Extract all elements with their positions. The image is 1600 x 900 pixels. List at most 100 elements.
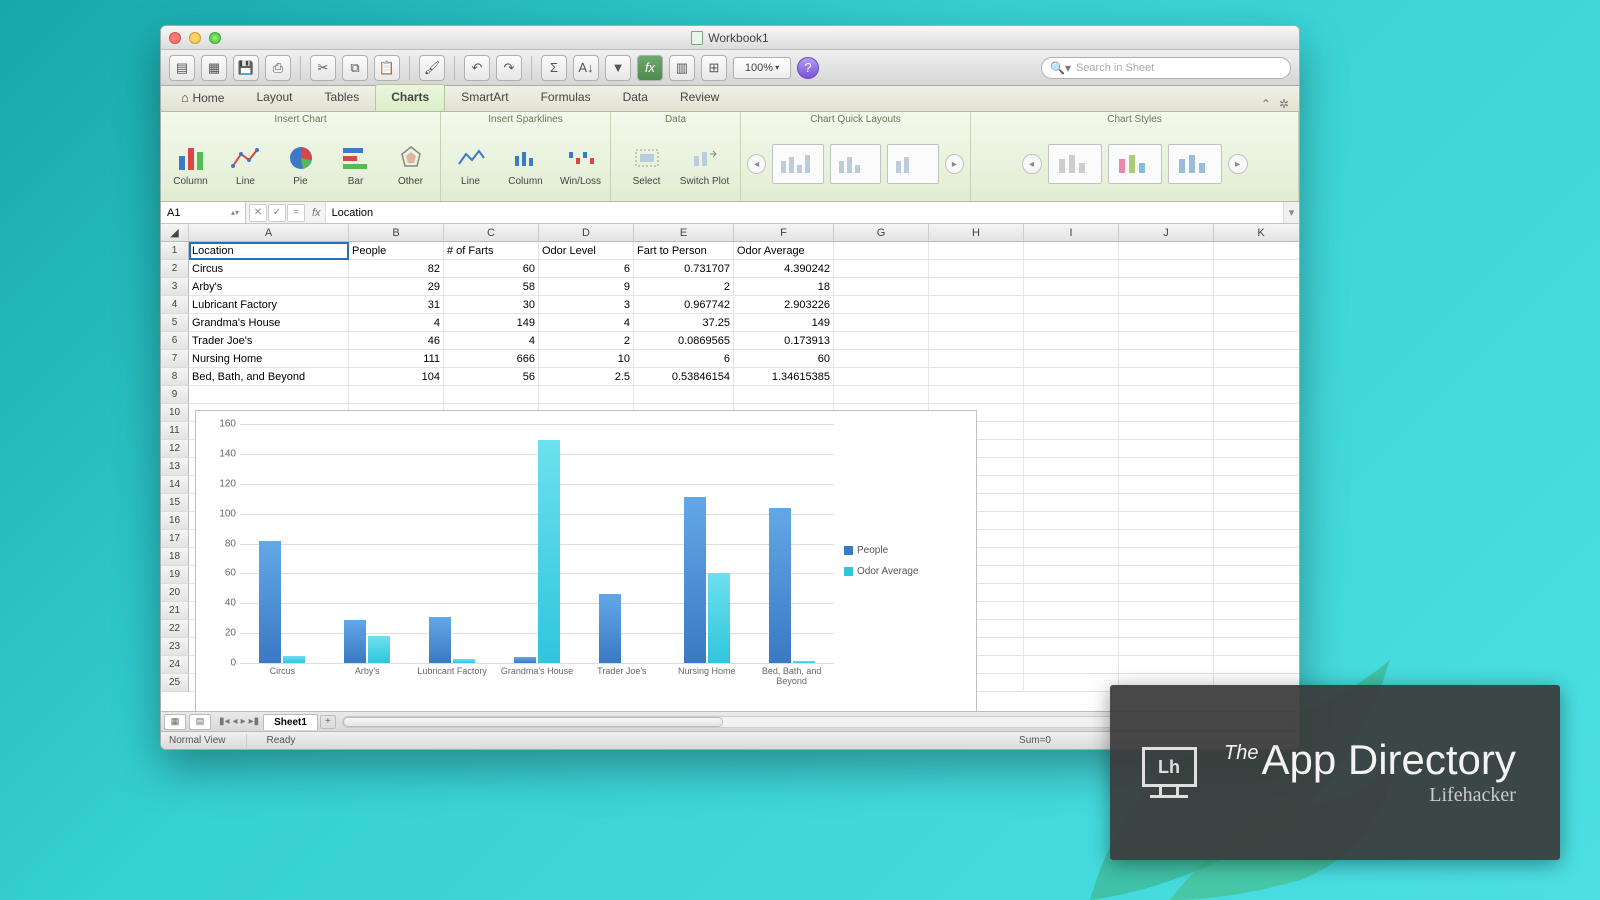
cell[interactable] [1119, 620, 1214, 638]
cell[interactable]: 9 [539, 278, 634, 296]
cell[interactable] [1024, 566, 1119, 584]
name-box[interactable]: A1▴▾ [161, 202, 246, 223]
row-header[interactable]: 3 [161, 278, 189, 296]
chart-bar[interactable] [429, 617, 451, 663]
column-header[interactable]: K [1214, 224, 1299, 242]
cell[interactable] [834, 368, 929, 386]
cell[interactable]: Fart to Person [634, 242, 734, 260]
quick-layout-prev-button[interactable]: ◂ [747, 154, 766, 174]
chart-style-thumb[interactable] [1108, 144, 1162, 184]
column-header[interactable]: H [929, 224, 1024, 242]
toolbox-button[interactable]: ⊞ [701, 55, 727, 81]
cell[interactable]: 30 [444, 296, 539, 314]
chart-style-thumb[interactable] [1048, 144, 1102, 184]
row-header[interactable]: 19 [161, 566, 189, 584]
line-button[interactable]: Line [447, 142, 494, 187]
accept-formula-button[interactable]: ✓ [268, 204, 286, 222]
ribbon-tab-home[interactable]: Home [165, 84, 240, 111]
cell[interactable] [929, 260, 1024, 278]
cell[interactable] [1214, 494, 1299, 512]
cell[interactable] [1214, 404, 1299, 422]
window-titlebar[interactable]: Workbook1 [161, 26, 1299, 50]
column-header[interactable]: I [1024, 224, 1119, 242]
cell[interactable] [1024, 494, 1119, 512]
cell[interactable] [1024, 674, 1119, 692]
cell[interactable]: 0.731707 [634, 260, 734, 278]
cell[interactable]: 3 [539, 296, 634, 314]
autosum-button[interactable]: Σ [541, 55, 567, 81]
cell[interactable]: Lubricant Factory [189, 296, 349, 314]
cell[interactable] [1024, 476, 1119, 494]
chart-bar[interactable] [599, 594, 621, 663]
cell[interactable] [834, 332, 929, 350]
ribbon-tab-data[interactable]: Data [607, 84, 664, 111]
row-header[interactable]: 10 [161, 404, 189, 422]
cell[interactable] [1024, 440, 1119, 458]
cell[interactable]: 149 [734, 314, 834, 332]
cell[interactable]: 4.390242 [734, 260, 834, 278]
cell[interactable]: 6 [539, 260, 634, 278]
filter-button[interactable]: ▼ [605, 55, 631, 81]
ribbon-tab-charts[interactable]: Charts [375, 84, 445, 111]
cell[interactable] [1214, 242, 1299, 260]
redo-button[interactable]: ↷ [496, 55, 522, 81]
cell[interactable] [834, 278, 929, 296]
cell[interactable] [834, 260, 929, 278]
cell[interactable]: 2 [539, 332, 634, 350]
format-painter-button[interactable]: 🖌 [419, 55, 445, 81]
add-sheet-button[interactable]: + [320, 715, 336, 729]
cell[interactable] [1119, 404, 1214, 422]
cell[interactable] [1214, 368, 1299, 386]
column-header[interactable]: F [734, 224, 834, 242]
cell[interactable] [1024, 548, 1119, 566]
cell[interactable] [1024, 386, 1119, 404]
cell[interactable] [1214, 440, 1299, 458]
column-header[interactable]: G [834, 224, 929, 242]
cell[interactable]: Circus [189, 260, 349, 278]
cell[interactable] [1119, 260, 1214, 278]
ribbon-tab-review[interactable]: Review [664, 84, 735, 111]
cell[interactable] [1119, 494, 1214, 512]
quick-layout-thumb[interactable] [887, 144, 939, 184]
cell[interactable] [1024, 638, 1119, 656]
cell[interactable]: 2.5 [539, 368, 634, 386]
cell[interactable]: Grandma's House [189, 314, 349, 332]
cell[interactable] [1024, 332, 1119, 350]
win-loss-button[interactable]: Win/Loss [557, 142, 604, 187]
cell[interactable]: Bed, Bath, and Beyond [189, 368, 349, 386]
collapse-ribbon-button[interactable]: ⌃ [1261, 97, 1271, 111]
cell[interactable] [1214, 314, 1299, 332]
row-header[interactable]: 15 [161, 494, 189, 512]
cell[interactable] [444, 386, 539, 404]
cell[interactable]: 6 [634, 350, 734, 368]
column-header[interactable]: B [349, 224, 444, 242]
cell[interactable] [834, 386, 929, 404]
column-header[interactable]: J [1119, 224, 1214, 242]
cell[interactable] [1214, 422, 1299, 440]
cell[interactable] [1214, 332, 1299, 350]
cell[interactable]: 104 [349, 368, 444, 386]
cell[interactable] [1119, 584, 1214, 602]
cell[interactable]: 60 [444, 260, 539, 278]
cell[interactable] [1214, 656, 1299, 674]
cell[interactable] [1024, 584, 1119, 602]
cell[interactable] [929, 314, 1024, 332]
row-header[interactable]: 22 [161, 620, 189, 638]
cell[interactable]: 666 [444, 350, 539, 368]
bar-button[interactable]: Bar [332, 142, 379, 187]
cell[interactable] [1119, 656, 1214, 674]
cell[interactable] [1119, 386, 1214, 404]
cell[interactable]: 0.173913 [734, 332, 834, 350]
chart-style-prev-button[interactable]: ◂ [1022, 154, 1042, 174]
cell[interactable] [929, 242, 1024, 260]
print-button[interactable]: ⎙ [265, 55, 291, 81]
fx-button[interactable]: fx [637, 55, 663, 81]
cell[interactable] [189, 386, 349, 404]
ribbon-tab-formulas[interactable]: Formulas [525, 84, 607, 111]
cell[interactable]: 4 [539, 314, 634, 332]
cell[interactable]: 10 [539, 350, 634, 368]
chart-bar[interactable] [538, 440, 560, 663]
ribbon-tab-smartart[interactable]: SmartArt [445, 84, 524, 111]
formula-input[interactable]: Location [325, 202, 1283, 223]
cell[interactable]: Odor Level [539, 242, 634, 260]
